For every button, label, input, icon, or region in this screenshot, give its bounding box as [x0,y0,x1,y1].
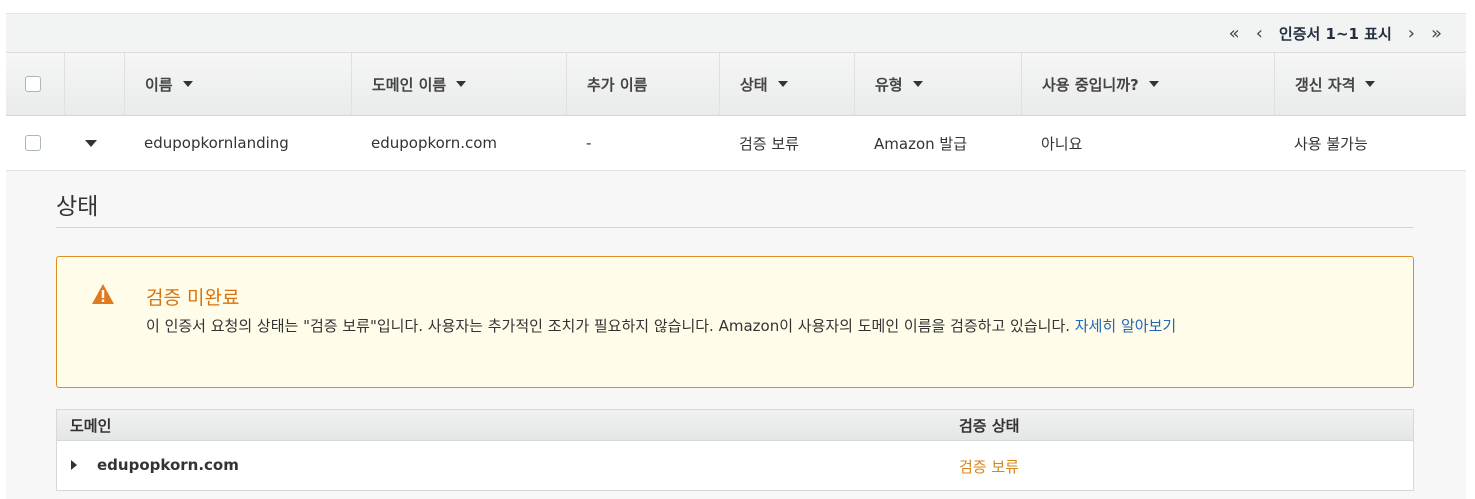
learn-more-link[interactable]: 자세히 알아보기 [1075,317,1176,335]
first-page-button[interactable]: « [1229,23,1240,44]
domain-validation-table: 도메인 검증 상태 edupopkorn.com 검증 보류 [56,409,1414,491]
column-header-label: 도메인 이름 [372,75,447,94]
expand-header-cell [64,53,124,115]
pagination-label: 인증서 1~1 표시 [1278,24,1392,43]
warning-icon [91,283,115,309]
row-detail-panel: 상태 검증 미완료 이 인증서 요청의 상태는 "검증 보류"입니다. 사용자는… [6,171,1466,499]
column-header-in-use[interactable]: 사용 중입니까? [1021,53,1274,115]
validation-status-column-header: 검증 상태 [959,417,1020,435]
table-row[interactable]: edupopkornlanding edupopkorn.com - 검증 보류… [6,116,1466,171]
row-select-cell [6,116,64,170]
warning-alert: 검증 미완료 이 인증서 요청의 상태는 "검증 보류"입니다. 사용자는 추가… [56,256,1414,388]
domain-column-header: 도메인 [70,417,112,435]
cell-status: 검증 보류 [739,134,799,153]
next-page-button[interactable]: › [1408,23,1415,44]
expand-caret-icon[interactable] [85,139,97,147]
select-all-checkbox[interactable] [25,76,41,92]
pagination-bar: « ‹ 인증서 1~1 표시 › » [6,13,1466,53]
cell-renewal: 사용 불가능 [1294,134,1368,153]
column-header-label: 유형 [875,75,903,94]
column-header-label: 이름 [145,75,173,94]
row-checkbox[interactable] [25,135,41,151]
sort-caret-icon [456,81,467,87]
table-header: 이름 도메인 이름 추가 이름 상태 유형 사용 중입니까? 갱신 자격 [6,53,1466,116]
column-header-label: 갱신 자격 [1295,75,1356,94]
last-page-button[interactable]: » [1431,23,1442,44]
divider [56,227,1414,228]
row-expand-cell [64,116,124,170]
sort-caret-icon [1148,81,1159,87]
domain-name: edupopkorn.com [97,456,239,474]
column-header-label: 상태 [740,75,768,94]
expand-triangle-icon[interactable] [71,460,77,470]
column-header-renewal[interactable]: 갱신 자격 [1274,53,1466,115]
column-header-domain[interactable]: 도메인 이름 [351,53,566,115]
cell-in-use: 아니요 [1041,134,1083,153]
alert-title: 검증 미완료 [146,287,240,309]
domain-table-header: 도메인 검증 상태 [57,410,1413,441]
sort-caret-icon [182,81,193,87]
cell-name: edupopkornlanding [144,134,289,152]
sort-caret-icon [1365,81,1376,87]
alert-message: 이 인증서 요청의 상태는 "검증 보류"입니다. 사용자는 추가적인 조치가 … [146,313,1386,339]
sort-caret-icon [777,81,788,87]
sort-caret-icon [912,81,923,87]
cell-type: Amazon 발급 [874,134,967,153]
column-header-name[interactable]: 이름 [124,53,351,115]
alert-message-text: 이 인증서 요청의 상태는 "검증 보류"입니다. 사용자는 추가적인 조치가 … [146,317,1075,335]
validation-status: 검증 보류 [959,458,1019,476]
prev-page-button[interactable]: ‹ [1256,23,1263,44]
select-all-cell [6,53,64,115]
column-header-additional: 추가 이름 [566,53,719,115]
cell-domain: edupopkorn.com [371,134,498,152]
column-header-label: 추가 이름 [587,75,648,94]
cell-additional: - [586,134,592,152]
detail-heading: 상태 [56,194,99,220]
certificate-panel: « ‹ 인증서 1~1 표시 › » 이름 도메인 이름 추가 이름 상태 유형… [6,13,1466,499]
column-header-type[interactable]: 유형 [854,53,1021,115]
column-header-label: 사용 중입니까? [1042,75,1139,94]
domain-table-row[interactable]: edupopkorn.com 검증 보류 [57,441,1413,491]
column-header-status[interactable]: 상태 [719,53,854,115]
